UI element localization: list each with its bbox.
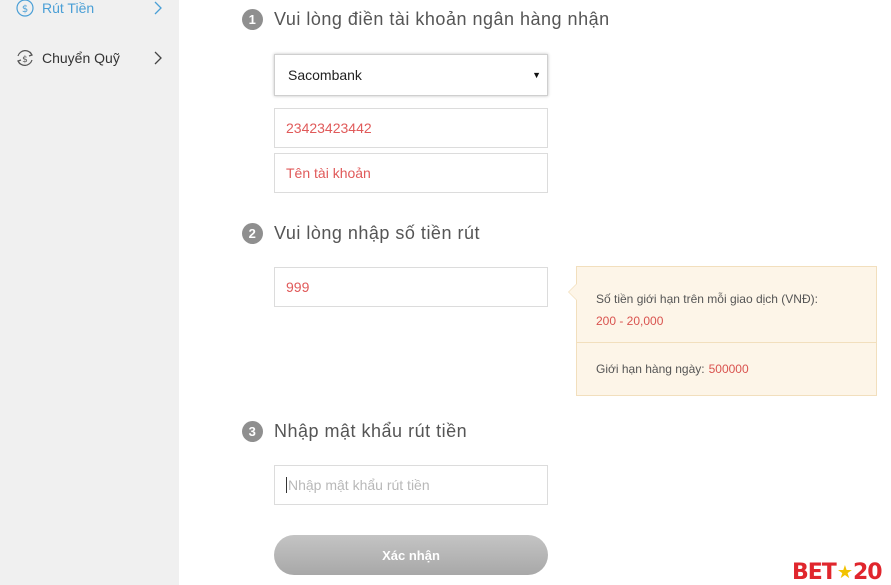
account-name-placeholder: Tên tài khoản: [286, 165, 371, 181]
sidebar-item-label: Rút Tiền: [42, 0, 95, 16]
amount-input[interactable]: 999: [274, 267, 548, 307]
per-transaction-range: 200 - 20,000: [596, 314, 664, 328]
step-number-badge: 2: [242, 223, 263, 244]
daily-limit-value: 500000: [708, 362, 749, 376]
step-title: Vui lòng điền tài khoản ngân hàng nhận: [274, 9, 610, 29]
bank-select[interactable]: Sacombank ▼: [274, 54, 548, 96]
money-cycle-icon: $: [16, 0, 34, 17]
money-cycle-icon: $: [17, 50, 33, 66]
divider: [577, 342, 876, 343]
bank-select-value: Sacombank: [288, 67, 362, 83]
account-number-value: 23423423442: [286, 120, 372, 136]
amount-value: 999: [286, 279, 310, 295]
step-1-heading: 1 Vui lòng điền tài khoản ngân hàng nhận: [242, 9, 610, 30]
step-title: Vui lòng nhập số tiền rút: [274, 223, 480, 243]
step-title: Nhập mật khẩu rút tiền: [274, 421, 468, 441]
sidebar-item-rut-tien[interactable]: $ Rút Tiền: [14, 0, 164, 21]
limit-info-tooltip: Số tiền giới hạn trên mỗi giao dịch (VNĐ…: [568, 266, 877, 396]
step-2-heading: 2 Vui lòng nhập số tiền rút: [242, 223, 480, 244]
account-number-input[interactable]: 23423423442: [274, 108, 548, 148]
chevron-right-icon: [154, 1, 162, 15]
star-icon: ★: [836, 562, 853, 583]
per-transaction-label: Số tiền giới hạn trên mỗi giao dịch (VNĐ…: [596, 292, 818, 306]
account-name-input[interactable]: Tên tài khoản: [274, 153, 548, 193]
dropdown-caret-icon: ▼: [532, 70, 541, 80]
bet20-logo: BET ★ 20: [792, 560, 883, 585]
sidebar-item-label: Chuyển Quỹ: [42, 50, 120, 66]
svg-text:$: $: [22, 55, 28, 65]
step-number-badge: 3: [242, 421, 263, 442]
logo-text-left: BET: [792, 560, 837, 585]
password-placeholder: Nhập mật khẩu rút tiền: [288, 477, 430, 493]
step-3-heading: 3 Nhập mật khẩu rút tiền: [242, 421, 467, 442]
text-cursor: [286, 477, 287, 493]
per-transaction-limit: Số tiền giới hạn trên mỗi giao dịch (VNĐ…: [596, 288, 818, 332]
chevron-right-icon: [154, 51, 162, 65]
svg-text:$: $: [22, 4, 28, 15]
confirm-button[interactable]: Xác nhận: [274, 535, 548, 575]
daily-limit-label: Giới hạn hàng ngày:: [596, 362, 705, 376]
withdraw-password-input[interactable]: Nhập mật khẩu rút tiền: [274, 465, 548, 505]
daily-limit: Giới hạn hàng ngày: 500000: [596, 362, 749, 376]
sidebar: $ Rút Tiền $ Chuyển Quỹ: [0, 0, 179, 585]
logo-text-right: 20: [852, 560, 883, 585]
sidebar-item-chuyen-quy[interactable]: $ Chuyển Quỹ: [14, 45, 164, 71]
step-number-badge: 1: [242, 9, 263, 30]
